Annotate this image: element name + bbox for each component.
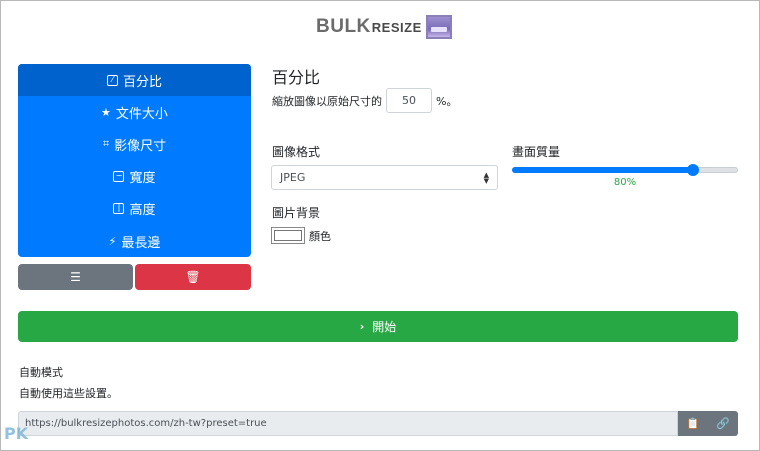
- menu-item-width[interactable]: − 寬度: [18, 161, 251, 193]
- menu-item-image-dimensions[interactable]: ⌗ 影像尺寸: [18, 128, 251, 160]
- format-label: 圖像格式: [272, 145, 321, 159]
- format-select[interactable]: JPEG ▲ ▼: [271, 165, 498, 190]
- menu-item-file-size[interactable]: ★ 文件大小: [18, 96, 251, 128]
- select-arrows-icon: ▲ ▼: [483, 170, 489, 185]
- delete-button[interactable]: 🗑: [135, 264, 251, 290]
- watermark: PK: [4, 424, 29, 443]
- bulkresize-logo[interactable]: BULK RESIZE: [316, 12, 452, 42]
- auto-mode-title: 自動模式: [19, 366, 63, 379]
- slider-thumb[interactable]: [686, 164, 699, 176]
- open-link-button[interactable]: 🔗: [708, 411, 738, 436]
- preset-url-text: https://bulkresizephotos.com/zh-tw?prese…: [25, 418, 267, 429]
- menu-item-height[interactable]: | 高度: [18, 193, 251, 225]
- slider-fill: [512, 167, 693, 173]
- start-label: 開始: [372, 320, 397, 334]
- scan-icon: ⌗: [102, 137, 110, 151]
- percentage-prefix: 縮放圖像以原始尺寸的: [272, 94, 382, 108]
- star-icon: ★: [101, 105, 111, 119]
- quality-label: 畫面質量: [512, 145, 561, 159]
- resize-mode-menu: ⁄ 百分比 ★ 文件大小 ⌗ 影像尺寸 − 寬度 | 高度 ⚡ 最長邊: [18, 64, 251, 258]
- minus-box-icon: −: [113, 171, 125, 183]
- background-color-row: 顏色: [271, 227, 331, 244]
- color-swatch: [274, 230, 302, 241]
- menu-item-label: 百分比: [122, 74, 162, 90]
- trash-icon: 🗑: [185, 270, 201, 284]
- preset-url-field[interactable]: https://bulkresizephotos.com/zh-tw?prese…: [18, 411, 678, 436]
- list-button[interactable]: ☰: [18, 264, 133, 290]
- section-title: 百分比: [272, 68, 321, 87]
- color-picker[interactable]: [271, 227, 305, 244]
- quality-slider[interactable]: [512, 164, 738, 176]
- logo-bulk-text: BULK: [316, 16, 371, 37]
- list-icon: ☰: [70, 270, 81, 284]
- bar-box-icon: |: [113, 203, 125, 215]
- menu-item-label: 最長邊: [121, 235, 161, 251]
- auto-mode-description: 自動使用這些設置。: [19, 387, 118, 400]
- link-icon: 🔗: [716, 417, 730, 430]
- edit-box-icon: ⁄: [106, 74, 118, 86]
- copy-url-button[interactable]: 📋: [678, 411, 708, 436]
- menu-item-label: 文件大小: [115, 106, 168, 122]
- start-button[interactable]: › 開始: [18, 311, 738, 342]
- color-label: 顏色: [309, 229, 331, 243]
- bolt-icon: ⚡: [108, 234, 117, 248]
- menu-item-label: 影像尺寸: [114, 138, 167, 154]
- menu-item-longest-side[interactable]: ⚡ 最長邊: [18, 225, 251, 257]
- percentage-row: 縮放圖像以原始尺寸的 %。: [272, 88, 457, 113]
- quality-value: 80%: [613, 177, 637, 188]
- logo-resize-text: RESIZE: [371, 19, 422, 35]
- logo-photo-icon: [425, 15, 452, 39]
- percentage-suffix: %。: [436, 94, 458, 108]
- percentage-input[interactable]: [386, 88, 432, 113]
- format-selected-value: JPEG: [280, 171, 306, 184]
- background-label: 圖片背景: [272, 206, 321, 220]
- menu-item-label: 高度: [129, 203, 156, 219]
- menu-item-percentage[interactable]: ⁄ 百分比: [18, 64, 251, 97]
- clipboard-icon: 📋: [686, 417, 700, 430]
- chevron-right-icon: ›: [359, 320, 365, 333]
- menu-item-label: 寬度: [129, 171, 156, 187]
